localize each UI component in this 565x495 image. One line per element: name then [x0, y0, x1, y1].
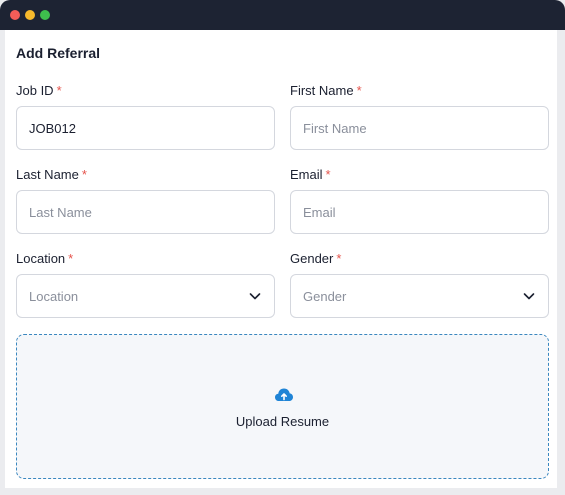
job-id-label-text: Job ID [16, 83, 54, 98]
job-id-label: Job ID * [16, 83, 62, 98]
upload-resume-label: Upload Resume [235, 414, 330, 429]
last-name-input[interactable] [16, 190, 275, 234]
email-input[interactable] [290, 190, 549, 234]
required-marker: * [68, 251, 74, 266]
maximize-window-button[interactable] [40, 10, 50, 20]
gender-label: Gender * [290, 251, 341, 266]
add-referral-form: Add Referral Job ID* First Name* Last Na… [5, 30, 557, 488]
email-label-text: Email [290, 167, 323, 182]
first-name-input[interactable] [290, 106, 549, 150]
cloud-upload-icon [275, 388, 293, 401]
last-name-label: Last Name * [16, 167, 87, 182]
location-select[interactable]: Location [16, 274, 275, 318]
location-select-value: Location [29, 288, 79, 304]
last-name-label-text: Last Name [16, 167, 79, 182]
required-marker: * [56, 83, 62, 98]
first-name-label: First Name * [290, 83, 362, 98]
gender-select-value: Gender [303, 288, 347, 304]
first-name-label-text: First Name [290, 83, 354, 98]
location-label-text: Location [16, 251, 66, 266]
app-window: Add Referral Job ID* First Name* Last Na… [0, 0, 565, 495]
required-marker: * [336, 251, 342, 266]
chevron-down-icon [249, 293, 261, 300]
location-label: Location * [16, 251, 73, 266]
required-marker: * [356, 83, 362, 98]
gender-label-text: Gender [290, 251, 334, 266]
required-marker: * [81, 167, 87, 182]
required-marker: * [325, 167, 331, 182]
upload-resume-dropzone[interactable]: Upload Resume [16, 334, 549, 479]
chevron-down-icon [523, 293, 535, 300]
form-title: Add Referral [16, 45, 101, 61]
job-id-input[interactable] [16, 106, 275, 150]
close-window-button[interactable] [10, 10, 20, 20]
email-label: Email * [290, 167, 331, 182]
title-bar [0, 0, 565, 30]
minimize-window-button[interactable] [25, 10, 35, 20]
gender-select[interactable]: Gender [290, 274, 549, 318]
